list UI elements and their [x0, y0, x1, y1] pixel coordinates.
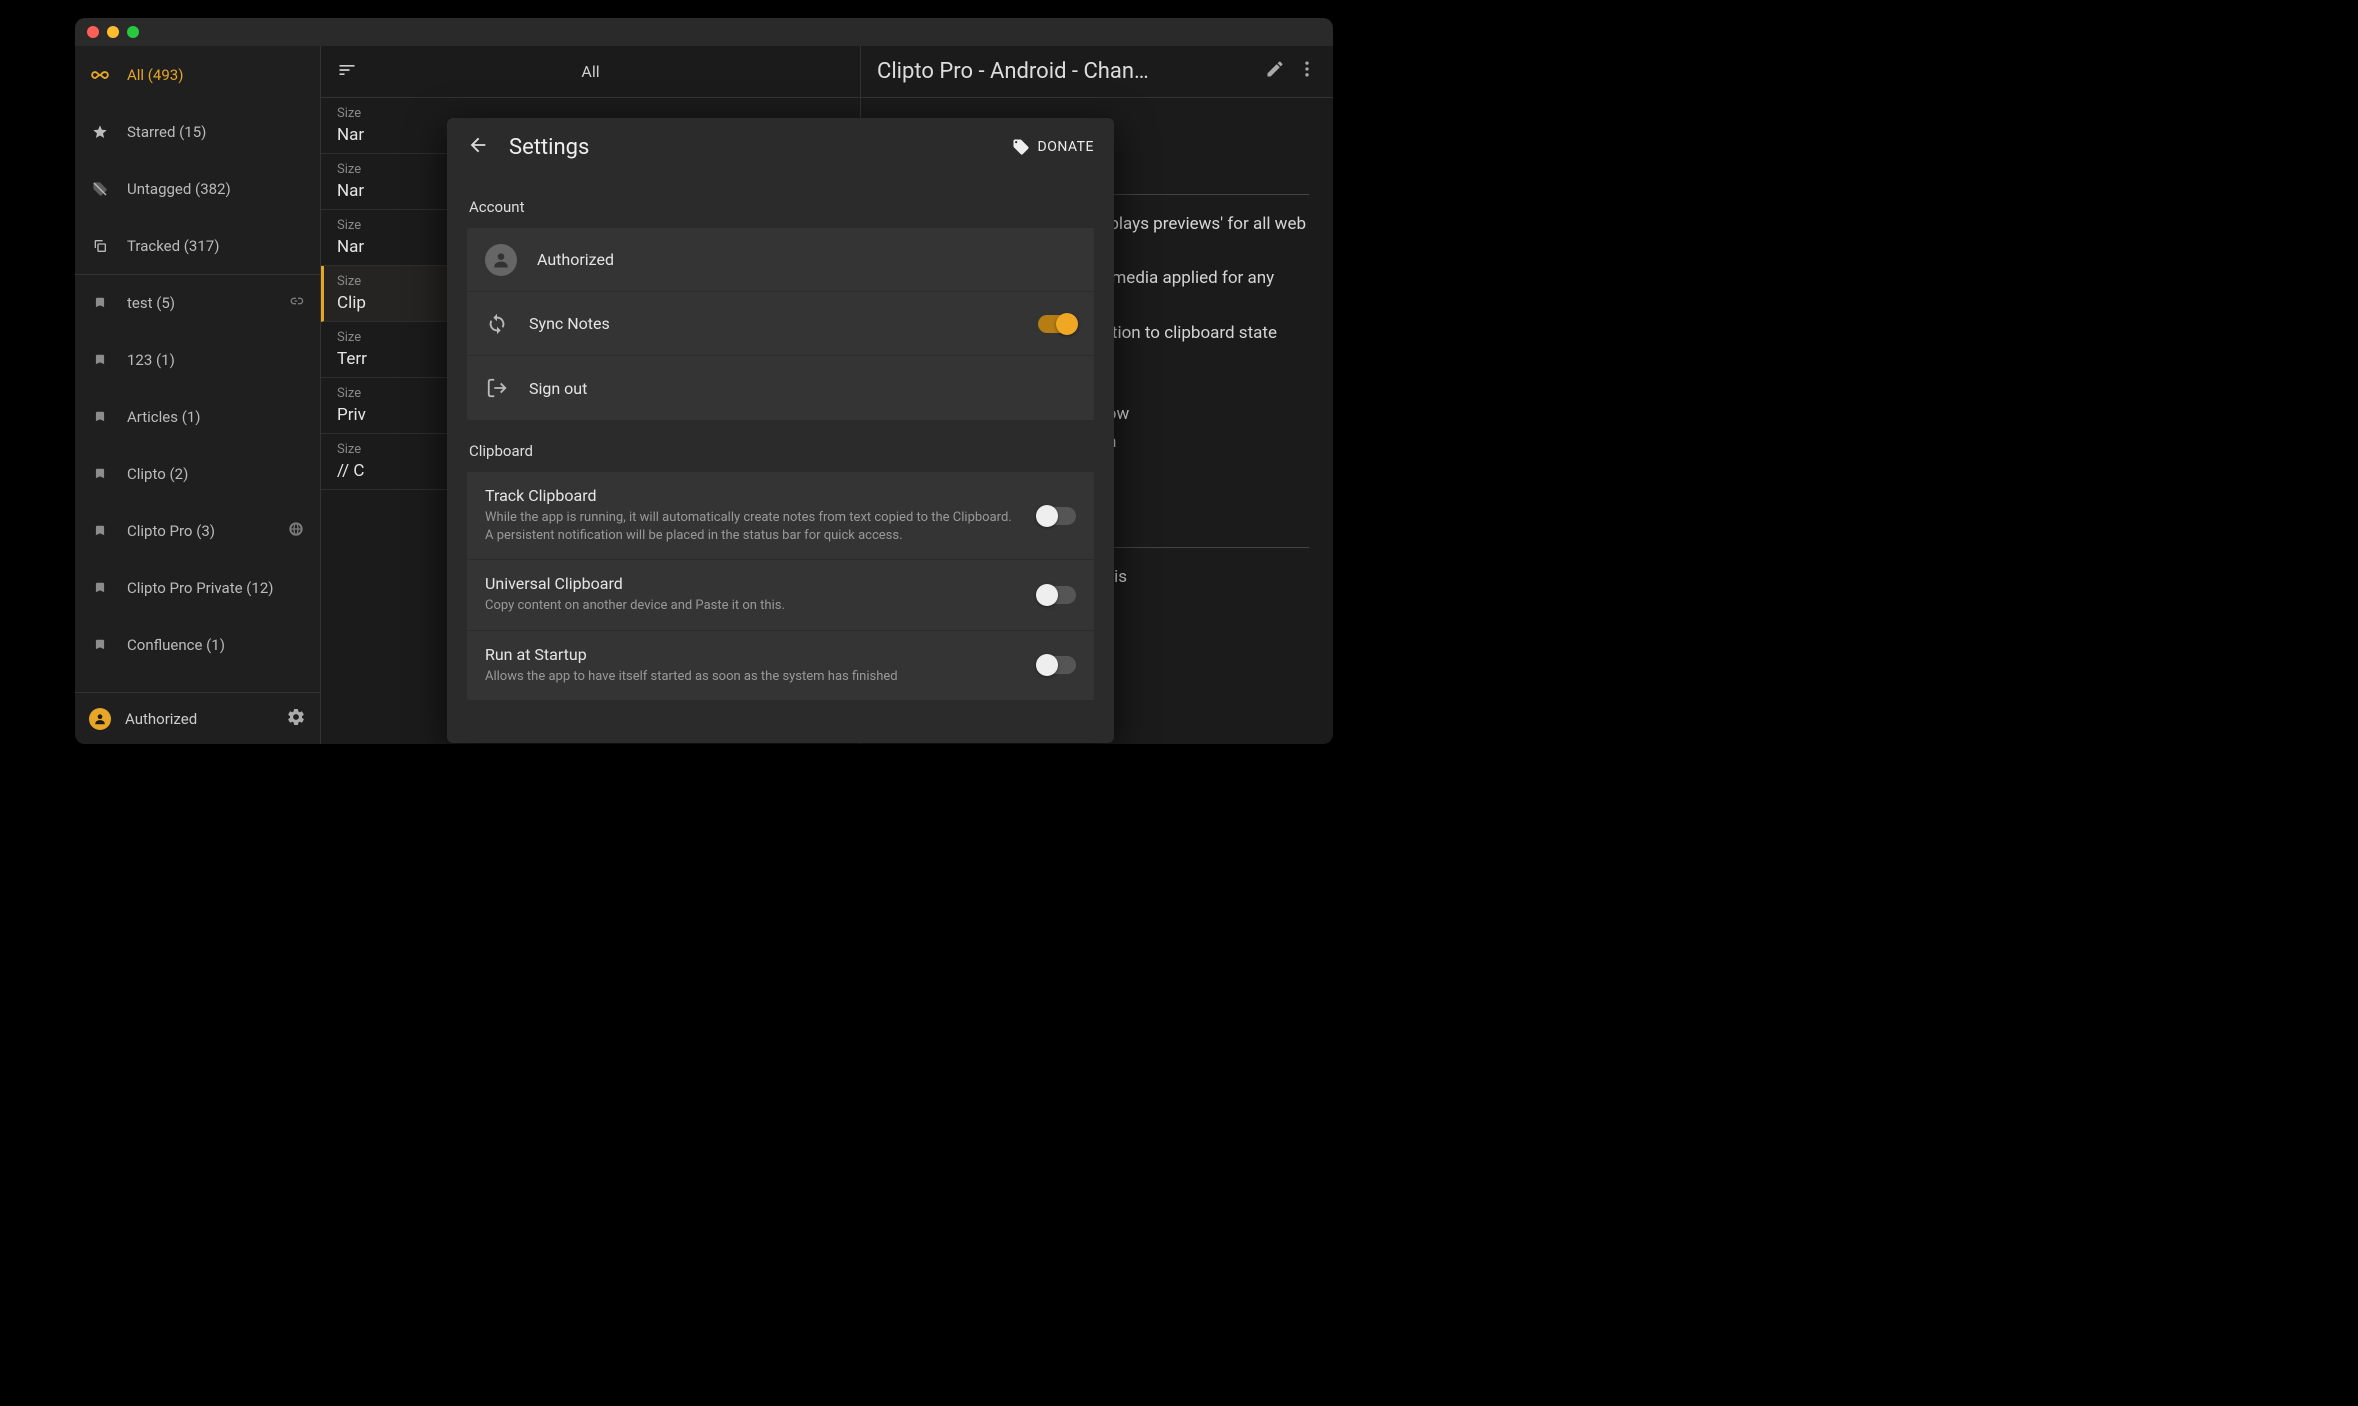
settings-row-desc: Copy content on another device and Paste… — [485, 597, 1018, 615]
settings-section: Track Clipboard While the app is running,… — [467, 472, 1094, 700]
gear-icon[interactable] — [286, 707, 306, 731]
more-icon[interactable] — [1297, 59, 1317, 85]
sidebar-item[interactable]: Clipto Pro Private (12) — [75, 559, 320, 616]
settings-row-label: Authorized — [537, 250, 1076, 269]
sidebar-item-label: Tracked (317) — [127, 237, 219, 255]
sidebar-item-label: Clipto Pro Private (12) — [127, 579, 274, 597]
tag-icon — [1012, 138, 1030, 156]
label-icon — [91, 579, 109, 597]
sidebar-item-label: Starred (15) — [127, 123, 206, 141]
sidebar-item-label: test (5) — [127, 294, 175, 312]
sidebar-item[interactable]: Clipto (2) — [75, 445, 320, 502]
settings-row[interactable]: Universal Clipboard Copy content on anoth… — [467, 560, 1094, 630]
label-icon — [91, 636, 109, 654]
sidebar-item[interactable]: Clipto Pro (3) — [75, 502, 320, 559]
toggle-switch[interactable] — [1038, 315, 1076, 333]
sidebar-item-label: Articles (1) — [127, 408, 201, 426]
globe-icon — [288, 521, 304, 541]
sidebar-item[interactable]: Tracked (317) — [75, 217, 320, 274]
back-icon[interactable] — [467, 134, 489, 160]
sidebar-item[interactable]: Confluence (1) — [75, 616, 320, 673]
settings-section-title: Account — [467, 198, 1094, 216]
app-window: All (493) Starred (15) Untagged (382) Tr… — [75, 18, 1333, 744]
sidebar-item-label: Clipto (2) — [127, 465, 188, 483]
settings-header: Settings DONATE — [447, 118, 1114, 176]
settings-row-label: Universal Clipboard — [485, 574, 1018, 593]
sidebar-item[interactable]: 123 (1) — [75, 331, 320, 388]
settings-row[interactable]: Run at Startup Allows the app to have its… — [467, 631, 1094, 700]
settings-body: Account Authorized Sync Notes Sign out Clipb… — [447, 176, 1114, 743]
settings-row[interactable]: Track Clipboard While the app is running,… — [467, 472, 1094, 560]
sidebar-item-label: Confluence (1) — [127, 636, 225, 654]
sidebar-item[interactable]: test (5) — [75, 274, 320, 331]
infinity-icon — [91, 66, 109, 84]
sync-icon — [485, 312, 509, 336]
notes-list-title: All — [357, 62, 824, 81]
star-icon — [91, 123, 109, 141]
avatar-icon — [89, 708, 111, 730]
settings-row[interactable]: Authorized — [467, 228, 1094, 292]
label-icon — [91, 351, 109, 369]
sidebar-item[interactable]: All (493) — [75, 46, 320, 103]
settings-title: Settings — [509, 135, 992, 160]
minimize-button[interactable] — [107, 26, 119, 38]
toggle-switch[interactable] — [1038, 507, 1076, 525]
settings-row[interactable]: Sign out — [467, 356, 1094, 420]
label-icon — [91, 294, 109, 312]
sidebar-footer: Authorized — [75, 692, 320, 744]
settings-row-label: Sync Notes — [529, 314, 1018, 333]
sidebar-item-label: Clipto Pro (3) — [127, 522, 215, 540]
untag-icon — [91, 180, 109, 198]
close-button[interactable] — [87, 26, 99, 38]
label-icon — [91, 408, 109, 426]
sidebar: All (493) Starred (15) Untagged (382) Tr… — [75, 46, 321, 744]
settings-row-desc: Allows the app to have itself started as… — [485, 668, 1018, 686]
auth-status: Authorized — [125, 710, 197, 728]
note-title: Clipto Pro - Android - Chan… — [877, 59, 1253, 84]
donate-label: DONATE — [1038, 139, 1095, 155]
signout-icon — [485, 376, 509, 400]
edit-icon[interactable] — [1265, 59, 1285, 85]
label-icon — [91, 522, 109, 540]
settings-row-label: Sign out — [529, 379, 1076, 398]
settings-row-desc: While the app is running, it will automa… — [485, 509, 1018, 545]
copy-icon — [91, 237, 109, 255]
sidebar-list: All (493) Starred (15) Untagged (382) Tr… — [75, 46, 320, 692]
maximize-button[interactable] — [127, 26, 139, 38]
sidebar-item-label: All (493) — [127, 66, 183, 84]
titlebar — [75, 18, 1333, 46]
notes-list-header: All — [321, 46, 860, 98]
sidebar-item[interactable]: Articles (1) — [75, 388, 320, 445]
settings-section-title: Clipboard — [467, 442, 1094, 460]
sort-icon[interactable] — [337, 60, 357, 84]
settings-row[interactable]: Sync Notes — [467, 292, 1094, 356]
toggle-switch[interactable] — [1038, 656, 1076, 674]
sidebar-item[interactable]: Untagged (382) — [75, 160, 320, 217]
sidebar-item[interactable]: Starred (15) — [75, 103, 320, 160]
person-icon — [485, 244, 517, 276]
settings-section: Authorized Sync Notes Sign out — [467, 228, 1094, 420]
settings-modal: Settings DONATE Account Authorized Sync No… — [447, 118, 1114, 743]
settings-row-label: Run at Startup — [485, 645, 1018, 664]
toggle-switch[interactable] — [1038, 586, 1076, 604]
sidebar-item-label: 123 (1) — [127, 351, 175, 369]
settings-row-label: Track Clipboard — [485, 486, 1018, 505]
donate-button[interactable]: DONATE — [1012, 138, 1095, 156]
link-icon — [288, 293, 304, 313]
sidebar-item-label: Untagged (382) — [127, 180, 231, 198]
note-detail-header: Clipto Pro - Android - Chan… — [861, 46, 1333, 98]
label-icon — [91, 465, 109, 483]
